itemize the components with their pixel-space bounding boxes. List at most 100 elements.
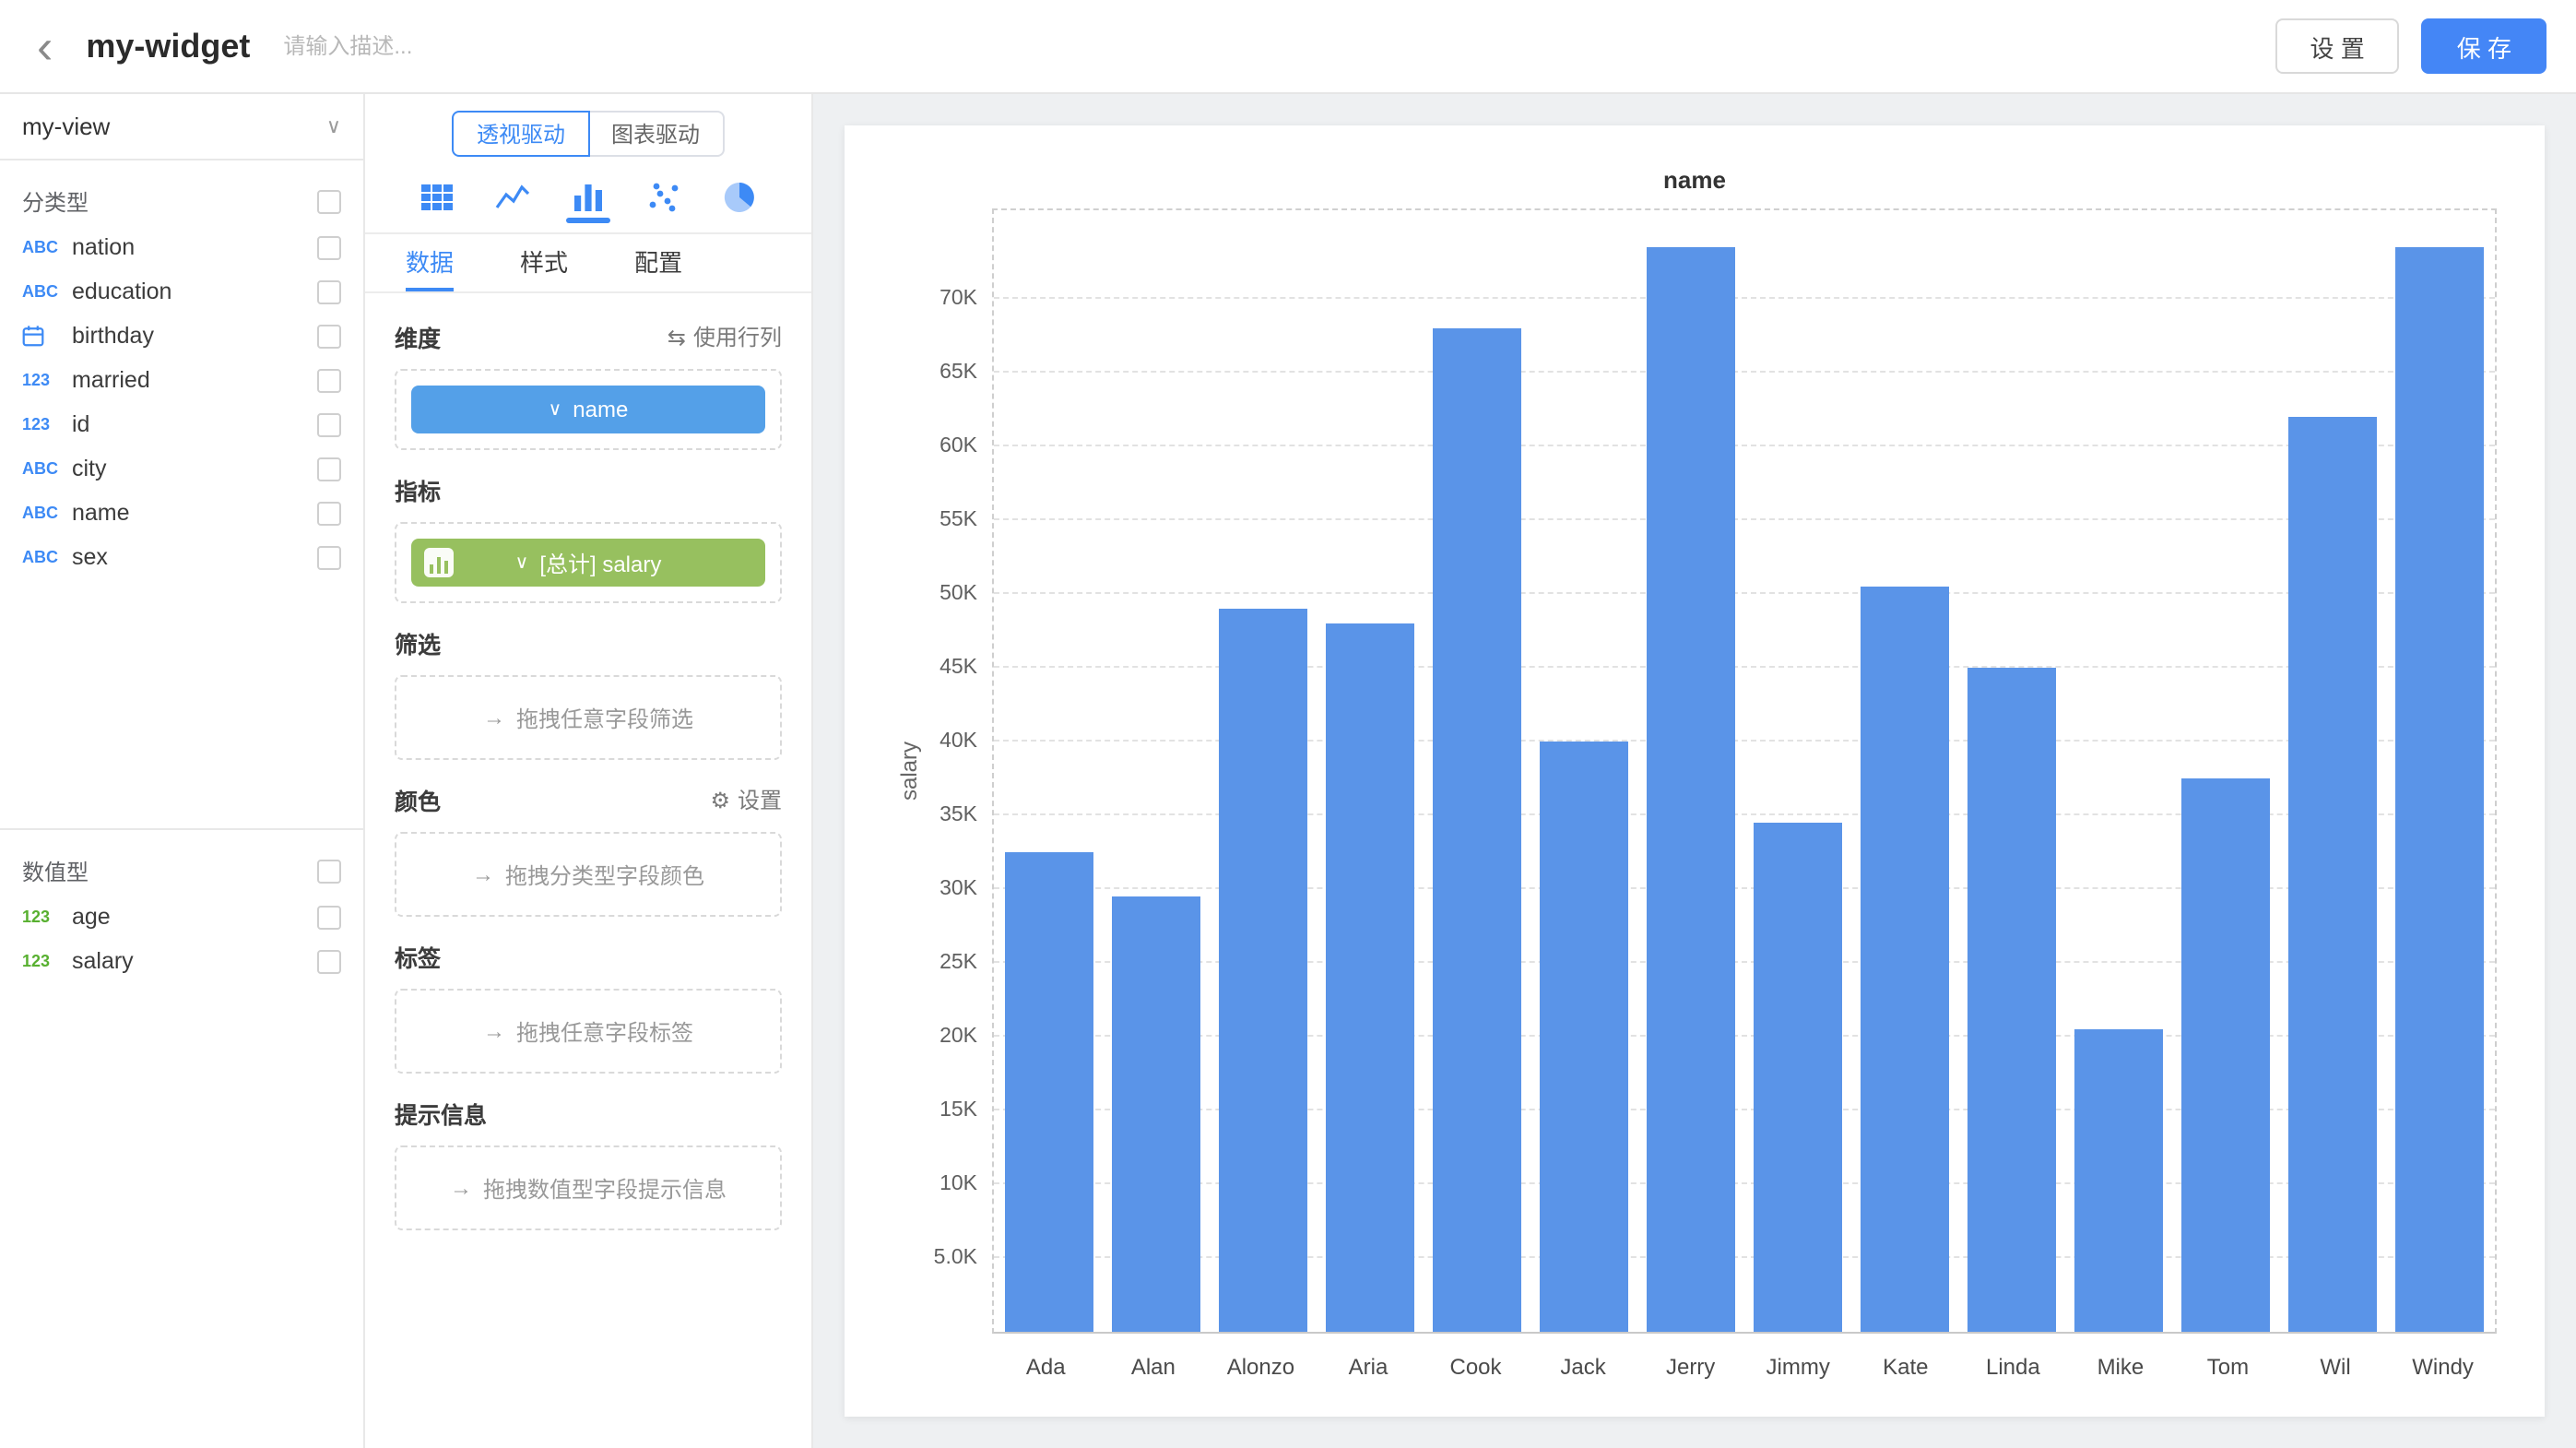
header: ‹ my-widget 设 置 保 存 [0, 0, 2576, 94]
bar-chart-icon[interactable] [564, 171, 612, 222]
settings-button[interactable]: 设 置 [2275, 18, 2400, 74]
dimension-pill-name[interactable]: ∨ name [411, 386, 765, 433]
section-checkbox[interactable] [317, 189, 341, 213]
panel-tab-1[interactable]: 样式 [520, 234, 568, 291]
field-row-birthday[interactable]: birthday [0, 314, 363, 358]
y-tick-label: 65K [939, 362, 977, 384]
bar-band [1530, 210, 1637, 1332]
field-checkbox[interactable] [317, 279, 341, 303]
field-checkbox[interactable] [317, 368, 341, 392]
field-checkbox[interactable] [317, 545, 341, 569]
calendar-icon [22, 325, 44, 347]
field-row-name[interactable]: ABCname [0, 491, 363, 535]
y-tick-label: 35K [939, 804, 977, 826]
use-rowcol-action[interactable]: ⇆ 使用行列 [668, 321, 782, 352]
field-label: name [72, 500, 317, 526]
field-row-married[interactable]: 123married [0, 358, 363, 402]
field-row-salary[interactable]: 123salary [0, 939, 363, 983]
bar-band [2172, 210, 2279, 1332]
fields-sidebar: my-view ∨ 分类型 ABCnationABCeducationbirth… [0, 94, 365, 1448]
pie-chart-icon[interactable] [715, 171, 763, 222]
chevron-down-icon: ∨ [549, 399, 562, 420]
bar-band [1317, 210, 1424, 1332]
y-tick-label: 60K [939, 435, 977, 457]
y-tick-label: 30K [939, 878, 977, 900]
field-row-city[interactable]: ABCcity [0, 446, 363, 491]
dimension-dropzone[interactable]: ∨ name [395, 369, 782, 450]
drive-mode-tabs: 透视驱动图表驱动 [365, 111, 811, 157]
y-tick-label: 10K [939, 1173, 977, 1195]
arrow-right-icon: → [450, 1175, 472, 1201]
swap-arrows-icon: ⇆ [668, 324, 686, 350]
field-checkbox[interactable] [317, 501, 341, 525]
field-checkbox[interactable] [317, 457, 341, 481]
x-tick-label: Kate [1852, 1354, 1960, 1380]
chart-title: name [845, 166, 2545, 194]
field-row-nation[interactable]: ABCnation [0, 225, 363, 269]
description-input[interactable] [283, 33, 707, 59]
123-field-icon: 123 [22, 952, 72, 970]
tooltip-label: 提示信息 [395, 1096, 487, 1131]
bar-band [1851, 210, 1958, 1332]
mode-tab-1[interactable]: 图表驱动 [589, 111, 724, 157]
use-rowcol-label: 使用行列 [693, 321, 782, 352]
bar-alonzo[interactable] [1219, 609, 1306, 1332]
bar-wil[interactable] [2288, 417, 2376, 1332]
chart-type-switcher [365, 160, 811, 234]
tooltip-section-header: 提示信息 [395, 1096, 782, 1131]
abc-field-icon: ABC [22, 282, 72, 301]
numeric-field-list: 123age123salary [0, 895, 363, 983]
y-tick-label: 20K [939, 1026, 977, 1048]
bar-jack[interactable] [1540, 742, 1627, 1332]
measure-pill-salary[interactable]: ∨ [总计] salary [411, 539, 765, 587]
bar-linda[interactable] [1967, 668, 2055, 1332]
field-checkbox[interactable] [317, 412, 341, 436]
bar-aria[interactable] [1326, 623, 1413, 1332]
field-label: education [72, 279, 317, 304]
abc-field-icon: ABC [22, 504, 72, 522]
field-checkbox[interactable] [317, 235, 341, 259]
save-button[interactable]: 保 存 [2422, 18, 2546, 74]
view-selector[interactable]: my-view ∨ [0, 94, 363, 160]
panel-tab-2[interactable]: 配置 [634, 234, 682, 291]
bar-ada[interactable] [1005, 852, 1093, 1332]
measure-dropzone[interactable]: ∨ [总计] salary [395, 522, 782, 603]
bar-cook[interactable] [1433, 328, 1520, 1332]
back-button[interactable]: ‹ [30, 22, 60, 70]
dimension-section-header: 维度 ⇆ 使用行列 [395, 319, 782, 354]
bar-tom[interactable] [2181, 778, 2269, 1332]
field-checkbox[interactable] [317, 324, 341, 348]
field-label: age [72, 904, 317, 930]
field-row-education[interactable]: ABCeducation [0, 269, 363, 314]
bar-jimmy[interactable] [1754, 823, 1841, 1332]
bar-alan[interactable] [1112, 896, 1199, 1332]
bar-band [2386, 210, 2493, 1332]
mode-tab-0[interactable]: 透视驱动 [453, 111, 589, 157]
color-settings-action[interactable]: ⚙ 设置 [710, 784, 782, 815]
field-row-id[interactable]: 123id [0, 402, 363, 446]
bar-band [1103, 210, 1210, 1332]
123-field-icon: 123 [22, 415, 72, 433]
table-chart-icon[interactable] [413, 171, 461, 222]
line-chart-icon[interactable] [489, 171, 537, 222]
label-placeholder: 拖拽任意字段标签 [516, 1015, 693, 1047]
arrow-right-icon: → [472, 861, 494, 887]
tooltip-dropzone[interactable]: → 拖拽数值型字段提示信息 [395, 1145, 782, 1230]
x-tick-label: Aria [1315, 1354, 1423, 1380]
y-tick-label: 5.0K [934, 1247, 977, 1269]
bar-windy[interactable] [2395, 247, 2483, 1332]
filter-dropzone[interactable]: → 拖拽任意字段筛选 [395, 675, 782, 760]
panel-tab-0[interactable]: 数据 [406, 234, 454, 291]
field-checkbox[interactable] [317, 905, 341, 929]
color-dropzone[interactable]: → 拖拽分类型字段颜色 [395, 832, 782, 917]
scatter-chart-icon[interactable] [640, 171, 688, 222]
bar-mike[interactable] [2074, 1029, 2162, 1332]
field-checkbox[interactable] [317, 949, 341, 973]
plot-area: 5.0K10K15K20K25K30K35K40K45K50K55K60K65K… [992, 208, 2497, 1334]
field-row-sex[interactable]: ABCsex [0, 535, 363, 579]
label-dropzone[interactable]: → 拖拽任意字段标签 [395, 989, 782, 1074]
field-row-age[interactable]: 123age [0, 895, 363, 939]
section-checkbox[interactable] [317, 859, 341, 883]
bar-jerry[interactable] [1647, 247, 1734, 1332]
bar-kate[interactable] [1861, 587, 1948, 1332]
